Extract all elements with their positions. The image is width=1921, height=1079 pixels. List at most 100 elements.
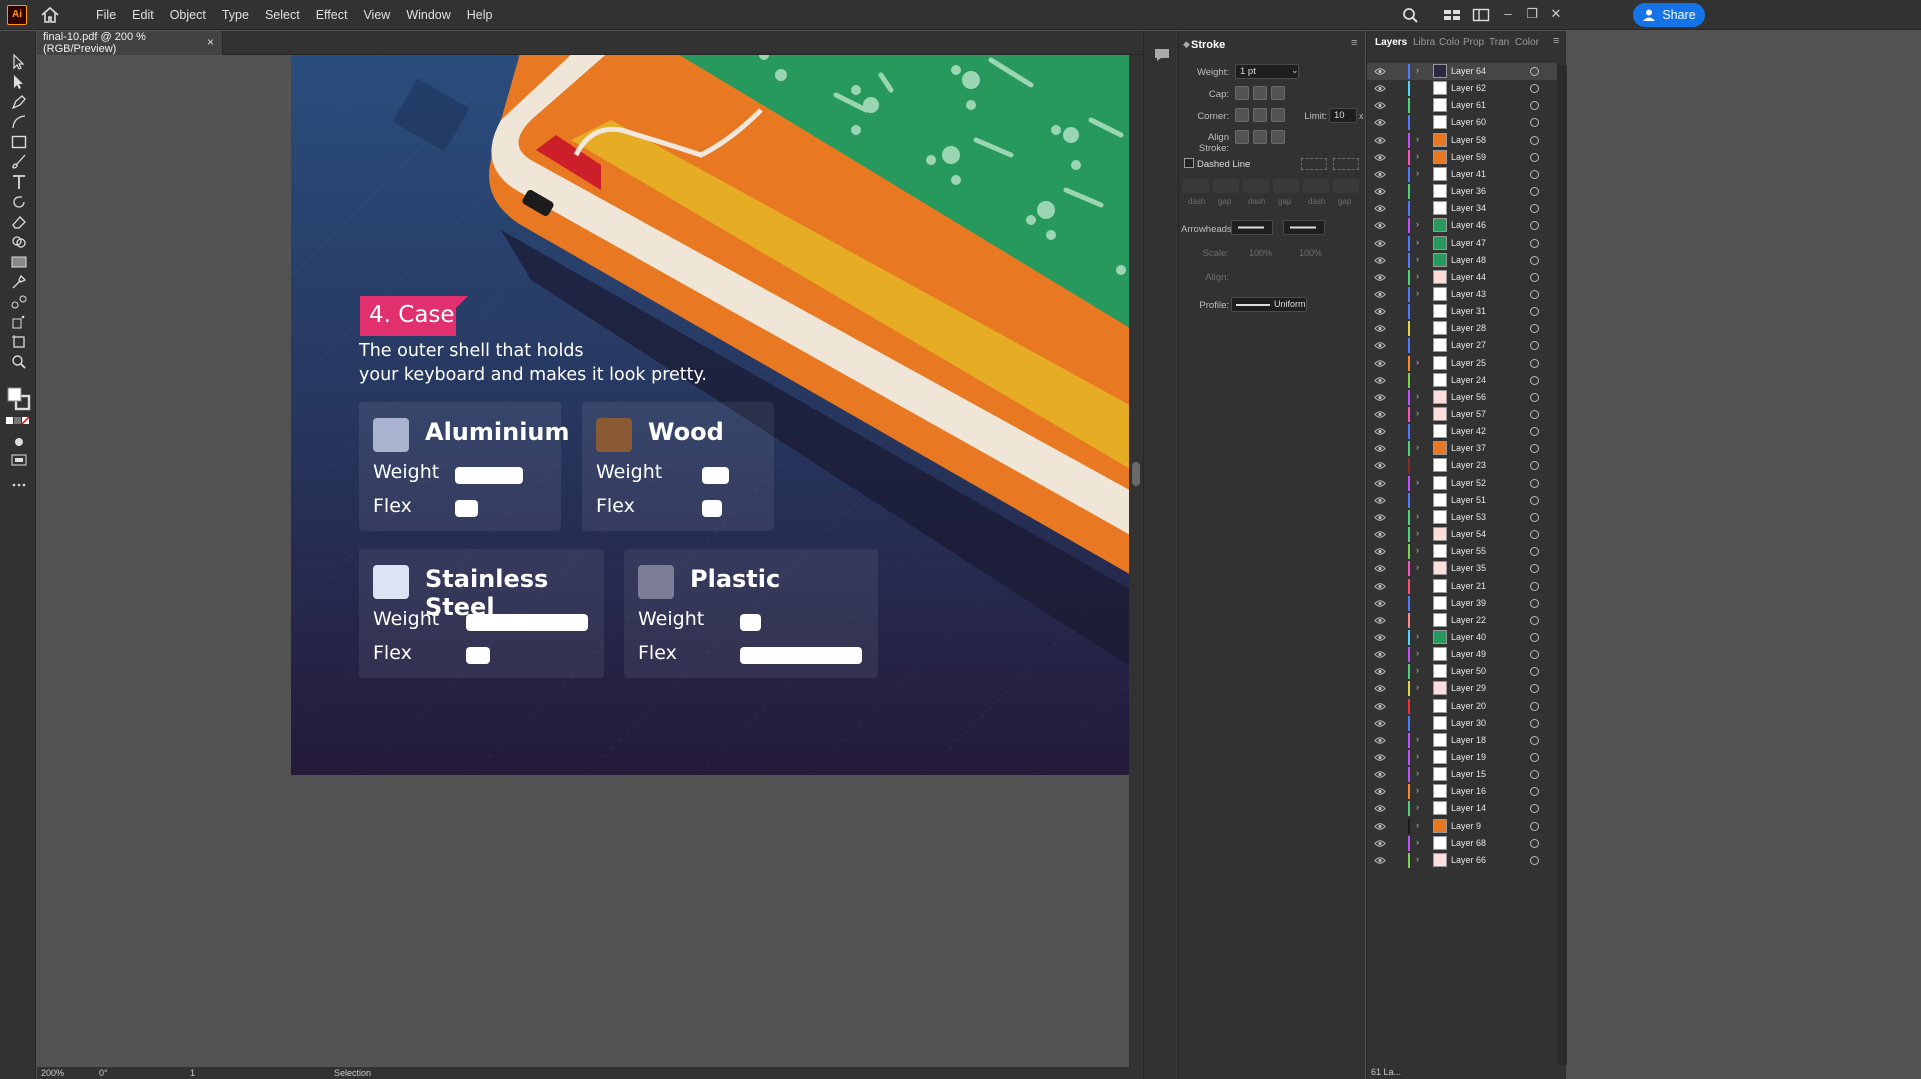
layer-target-icon[interactable] — [1530, 272, 1539, 282]
visibility-eye-icon[interactable] — [1374, 67, 1386, 76]
visibility-eye-icon[interactable] — [1374, 136, 1386, 145]
visibility-eye-icon[interactable] — [1374, 582, 1386, 591]
stroke-weight-input[interactable]: 1 pt — [1235, 64, 1299, 79]
expand-arrow-icon[interactable]: › — [1416, 357, 1419, 367]
visibility-eye-icon[interactable] — [1374, 221, 1386, 230]
layer-target-icon[interactable] — [1530, 855, 1539, 865]
layer-row[interactable]: › Layer 57 — [1367, 406, 1557, 423]
layer-row[interactable]: › Layer 46 — [1367, 217, 1557, 234]
layer-row[interactable]: Layer 61 — [1367, 97, 1557, 114]
expand-arrow-icon[interactable]: › — [1416, 562, 1419, 572]
expand-arrow-icon[interactable]: › — [1416, 545, 1419, 555]
tab-prop[interactable]: Prop — [1463, 37, 1484, 48]
end-scale-value[interactable]: 100% — [1299, 248, 1322, 258]
layer-row[interactable]: › Layer 52 — [1367, 475, 1557, 492]
menu-effect[interactable]: Effect — [308, 0, 356, 30]
layer-target-icon[interactable] — [1530, 255, 1539, 265]
layer-row[interactable]: Layer 28 — [1367, 320, 1557, 337]
visibility-eye-icon[interactable] — [1374, 479, 1386, 488]
expand-arrow-icon[interactable]: › — [1416, 408, 1419, 418]
layer-target-icon[interactable] — [1530, 152, 1539, 162]
visibility-eye-icon[interactable] — [1374, 101, 1386, 110]
layer-row[interactable]: Layer 39 — [1367, 595, 1557, 612]
expand-arrow-icon[interactable]: › — [1416, 288, 1419, 298]
layer-row[interactable]: Layer 22 — [1367, 612, 1557, 629]
layer-target-icon[interactable] — [1530, 84, 1539, 94]
layer-row[interactable]: › Layer 58 — [1367, 132, 1557, 149]
layer-target-icon[interactable] — [1530, 118, 1539, 128]
layer-row[interactable]: Layer 24 — [1367, 372, 1557, 389]
expand-arrow-icon[interactable]: › — [1416, 802, 1419, 812]
visibility-eye-icon[interactable] — [1374, 444, 1386, 453]
expand-arrow-icon[interactable]: › — [1416, 528, 1419, 538]
layer-row[interactable]: › Layer 66 — [1367, 852, 1557, 869]
gradient-tool-icon[interactable] — [10, 253, 28, 271]
layer-target-icon[interactable] — [1530, 787, 1539, 797]
layer-row[interactable]: › Layer 37 — [1367, 440, 1557, 457]
align-inside-button[interactable] — [1253, 130, 1267, 144]
drawing-modes-icon[interactable] — [10, 433, 28, 451]
layer-target-icon[interactable] — [1530, 169, 1539, 179]
workspace-switcher-icon[interactable] — [1472, 7, 1490, 23]
tab-tran[interactable]: Tran — [1489, 37, 1509, 48]
layer-target-icon[interactable] — [1530, 718, 1539, 728]
shape-builder-tool-icon[interactable] — [10, 233, 28, 251]
visibility-eye-icon[interactable] — [1374, 702, 1386, 711]
expand-arrow-icon[interactable]: › — [1416, 151, 1419, 161]
rectangle-tool-icon[interactable] — [10, 133, 28, 151]
search-icon[interactable] — [1402, 7, 1420, 23]
layer-target-icon[interactable] — [1530, 324, 1539, 334]
color-mode-icons[interactable] — [6, 416, 30, 426]
vertical-scrollbar[interactable] — [1129, 55, 1143, 1067]
menu-edit[interactable]: Edit — [124, 0, 162, 30]
screen-mode-icon[interactable] — [10, 451, 28, 469]
start-scale-value[interactable]: 100% — [1249, 248, 1272, 258]
layer-row[interactable]: Layer 27 — [1367, 337, 1557, 354]
gap-input[interactable] — [1333, 179, 1359, 193]
expand-arrow-icon[interactable]: › — [1416, 134, 1419, 144]
align-dash-button[interactable] — [1333, 158, 1359, 170]
tab-layers[interactable]: Layers — [1375, 37, 1407, 48]
layer-target-icon[interactable] — [1530, 67, 1539, 76]
home-icon[interactable] — [40, 6, 60, 24]
layer-target-icon[interactable] — [1530, 598, 1539, 608]
expand-arrow-icon[interactable]: › — [1416, 631, 1419, 641]
layer-target-icon[interactable] — [1530, 187, 1539, 197]
layer-row[interactable]: Layer 20 — [1367, 698, 1557, 715]
gap-input[interactable] — [1213, 179, 1239, 193]
visibility-eye-icon[interactable] — [1374, 633, 1386, 642]
tab-libra[interactable]: Libra — [1413, 37, 1435, 48]
visibility-eye-icon[interactable] — [1374, 564, 1386, 573]
layer-row[interactable]: › Layer 64 — [1367, 63, 1557, 80]
menu-view[interactable]: View — [355, 0, 398, 30]
layer-target-icon[interactable] — [1530, 615, 1539, 625]
visibility-eye-icon[interactable] — [1374, 307, 1386, 316]
align-outside-button[interactable] — [1271, 130, 1285, 144]
selection-tool-icon[interactable] — [10, 53, 28, 71]
layer-target-icon[interactable] — [1530, 512, 1539, 522]
layer-row[interactable]: Layer 31 — [1367, 303, 1557, 320]
visibility-eye-icon[interactable] — [1374, 753, 1386, 762]
end-arrowhead-select[interactable] — [1283, 220, 1325, 235]
layer-target-icon[interactable] — [1530, 221, 1539, 231]
expand-arrow-icon[interactable]: › — [1416, 648, 1419, 658]
layer-row[interactable]: › Layer 15 — [1367, 766, 1557, 783]
menu-type[interactable]: Type — [214, 0, 257, 30]
arrange-documents-icon[interactable] — [1443, 7, 1461, 23]
minimize-button[interactable]: – — [1497, 4, 1519, 24]
layer-target-icon[interactable] — [1530, 410, 1539, 419]
visibility-eye-icon[interactable] — [1374, 239, 1386, 248]
layer-target-icon[interactable] — [1530, 770, 1539, 780]
layer-target-icon[interactable] — [1530, 289, 1539, 299]
layers-scrollbar[interactable] — [1557, 65, 1567, 1065]
type-tool-icon[interactable] — [10, 173, 28, 191]
expand-arrow-icon[interactable]: › — [1416, 837, 1419, 847]
layer-target-icon[interactable] — [1530, 632, 1539, 642]
layer-target-icon[interactable] — [1530, 701, 1539, 711]
document-tab[interactable]: final-10.pdf @ 200 % (RGB/Preview) × — [37, 31, 223, 55]
layer-target-icon[interactable] — [1530, 530, 1539, 540]
layer-row[interactable]: Layer 62 — [1367, 80, 1557, 97]
expand-arrow-icon[interactable]: › — [1416, 219, 1419, 229]
visibility-eye-icon[interactable] — [1374, 256, 1386, 265]
layer-target-icon[interactable] — [1530, 564, 1539, 574]
